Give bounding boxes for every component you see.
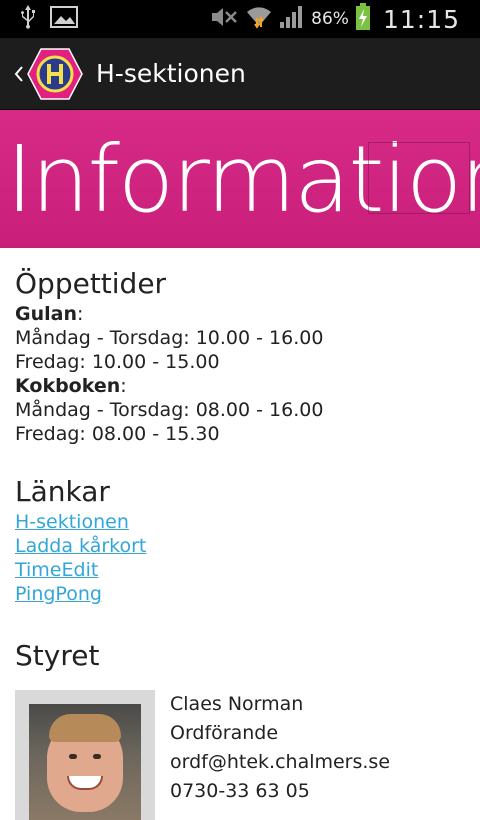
status-bar: 86% 11:15 — [0, 0, 480, 38]
content: Öppettider Gulan: Måndag - Torsdag: 10.0… — [15, 266, 470, 820]
clock: 11:15 — [382, 4, 460, 34]
opening-hours-gulan: Gulan: Måndag - Torsdag: 10.00 - 16.00 F… — [15, 302, 470, 374]
member-phone[interactable]: 0730-33 63 05 — [170, 777, 390, 806]
app-title: H-sektionen — [96, 59, 246, 88]
link-pingpong[interactable]: PingPong — [15, 582, 470, 606]
link-timeedit[interactable]: TimeEdit — [15, 558, 470, 582]
hours-line: Fredag: 08.00 - 15.30 — [15, 423, 220, 445]
banner-frame — [368, 142, 470, 214]
member-email[interactable]: ordf@htek.chalmers.se — [170, 748, 390, 777]
hours-line: Fredag: 10.00 - 15.00 — [15, 351, 220, 373]
member-name: Claes Norman — [170, 693, 304, 715]
place-suffix: : — [120, 375, 127, 397]
member-photo — [29, 704, 141, 820]
avatar — [15, 690, 155, 820]
board-member: Claes Norman Ordförande ordf@htek.chalme… — [15, 690, 470, 820]
information-banner: Information — [0, 110, 480, 248]
action-bar: H-sektionen — [0, 38, 480, 110]
wifi-icon — [245, 4, 273, 34]
back-chevron-icon[interactable] — [12, 59, 26, 89]
link-h-sektionen[interactable]: H-sektionen — [15, 510, 470, 534]
signal-icon — [279, 5, 305, 33]
image-icon — [50, 6, 78, 32]
board-heading: Styret — [15, 639, 100, 672]
place-suffix: : — [76, 303, 84, 325]
mute-icon — [209, 6, 239, 32]
place-name: Kokboken — [15, 375, 121, 397]
usb-icon — [20, 5, 36, 33]
hours-line: Måndag - Torsdag: 08.00 - 16.00 — [15, 399, 324, 421]
member-role: Ordförande — [170, 722, 279, 744]
place-name: Gulan — [15, 303, 77, 325]
links-heading: Länkar — [15, 475, 110, 508]
opening-hours-heading: Öppettider — [15, 267, 167, 300]
h-sektionen-logo[interactable] — [26, 45, 84, 103]
battery-percentage: 86% — [311, 9, 349, 29]
link-ladda-karkort[interactable]: Ladda kårkort — [15, 534, 470, 558]
opening-hours-kokboken: Kokboken: Måndag - Torsdag: 08.00 - 16.0… — [15, 374, 470, 446]
member-details: Claes Norman Ordförande ordf@htek.chalme… — [170, 690, 390, 820]
hours-line: Måndag - Torsdag: 10.00 - 16.00 — [15, 327, 324, 349]
battery-charging-icon — [355, 3, 371, 35]
